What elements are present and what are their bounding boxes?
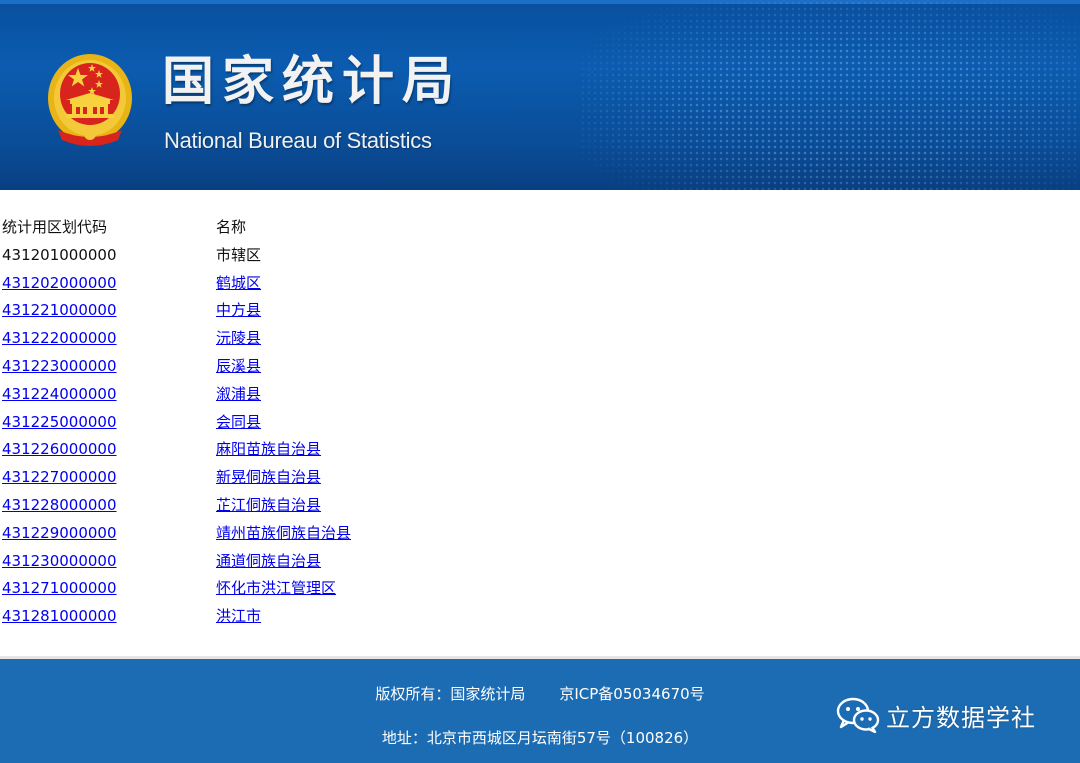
region-code-link[interactable]: 431227000000 (2, 468, 117, 486)
region-code-link[interactable]: 431271000000 (2, 579, 117, 597)
column-header-name: 名称 (216, 218, 247, 236)
table-header-row: 统计用区划代码 名称 (2, 214, 516, 242)
region-code-link[interactable]: 431229000000 (2, 524, 117, 542)
region-code-cell: 431224000000 (2, 381, 216, 409)
region-code-cell: 431221000000 (2, 297, 216, 325)
table-row: 431224000000 溆浦县 (2, 381, 516, 409)
region-name-cell: 中方县 (216, 297, 516, 325)
region-code-cell: 431225000000 (2, 409, 216, 437)
region-code-table: 统计用区划代码 名称 431201000000 市辖区 431202000000 鹤城… (2, 214, 516, 631)
region-name-link[interactable]: 芷江侗族自治县 (216, 496, 321, 514)
region-name-link[interactable]: 溆浦县 (216, 385, 261, 403)
region-name-link[interactable]: 会同县 (216, 413, 261, 431)
region-name-cell: 鹤城区 (216, 270, 516, 298)
region-code-cell: 431228000000 (2, 492, 216, 520)
site-title-chinese: 国家统计局 (162, 52, 463, 112)
table-row: 431225000000 会同县 (2, 409, 516, 437)
table-row: 431202000000 鹤城区 (2, 270, 516, 298)
table-row: 431229000000 靖州苗族侗族自治县 (2, 520, 516, 548)
region-code-cell: 431226000000 (2, 436, 216, 464)
region-name-cell: 新晃侗族自治县 (216, 464, 516, 492)
region-code-link[interactable]: 431224000000 (2, 385, 117, 403)
region-code-link[interactable]: 431230000000 (2, 552, 117, 570)
region-name-cell: 沅陵县 (216, 325, 516, 353)
region-code-link[interactable]: 431281000000 (2, 607, 117, 625)
region-name-link[interactable]: 沅陵县 (216, 329, 261, 347)
region-code-cell: 431223000000 (2, 353, 216, 381)
watermark: 立方数据学社 (836, 697, 1036, 733)
region-name-cell: 市辖区 (216, 245, 262, 264)
icp-record-text: 京ICP备05034670号 (559, 685, 705, 703)
site-header: 国家统计局 National Bureau of Statistics (0, 0, 1080, 190)
region-name-cell: 麻阳苗族自治县 (216, 436, 516, 464)
region-name-link[interactable]: 辰溪县 (216, 357, 261, 375)
region-name-link[interactable]: 怀化市洪江管理区 (216, 579, 336, 597)
region-code-cell: 431230000000 (2, 548, 216, 576)
table-row: 431223000000 辰溪县 (2, 353, 516, 381)
region-name-link[interactable]: 中方县 (216, 301, 261, 319)
region-name-cell: 溆浦县 (216, 381, 516, 409)
site-title-english: National Bureau of Statistics (164, 128, 432, 153)
region-name-link[interactable]: 洪江市 (216, 607, 261, 625)
table-row: 431226000000 麻阳苗族自治县 (2, 436, 516, 464)
region-code-cell: 431227000000 (2, 464, 216, 492)
region-name-link[interactable]: 鹤城区 (216, 274, 261, 292)
column-header-code: 统计用区划代码 (2, 218, 108, 236)
region-name-cell: 会同县 (216, 409, 516, 437)
region-name-link[interactable]: 新晃侗族自治县 (216, 468, 321, 486)
region-code-link[interactable]: 431202000000 (2, 274, 117, 292)
site-footer: 版权所有：国家统计局 京ICP备05034670号 地址：北京市西城区月坛南街57… (0, 656, 1080, 763)
table-row: 431201000000 市辖区 (2, 242, 516, 270)
national-emblem-icon (48, 54, 132, 146)
region-code-cell: 431202000000 (2, 270, 216, 298)
table-row: 431221000000 中方县 (2, 297, 516, 325)
region-code-link[interactable]: 431226000000 (2, 440, 117, 458)
table-row: 431230000000 通道侗族自治县 (2, 548, 516, 576)
region-code-link[interactable]: 431228000000 (2, 496, 117, 514)
table-row: 431271000000 怀化市洪江管理区 (2, 575, 516, 603)
table-row: 431222000000 沅陵县 (2, 325, 516, 353)
region-name-cell: 通道侗族自治县 (216, 548, 516, 576)
region-code-cell: 431222000000 (2, 325, 216, 353)
table-row: 431281000000 洪江市 (2, 603, 516, 631)
region-table-container: 统计用区划代码 名称 431201000000 市辖区 431202000000 鹤城… (2, 214, 516, 631)
region-code-link[interactable]: 431222000000 (2, 329, 117, 347)
region-name-link[interactable]: 通道侗族自治县 (216, 552, 321, 570)
region-code-cell: 431281000000 (2, 603, 216, 631)
copyright-text: 版权所有：国家统计局 (375, 685, 526, 703)
region-code-cell: 431271000000 (2, 575, 216, 603)
table-row: 431227000000 新晃侗族自治县 (2, 464, 516, 492)
region-code-link[interactable]: 431223000000 (2, 357, 117, 375)
region-name-link[interactable]: 靖州苗族侗族自治县 (216, 524, 351, 542)
region-code-link[interactable]: 431221000000 (2, 301, 117, 319)
region-name-cell: 怀化市洪江管理区 (216, 575, 516, 603)
watermark-text: 立方数据学社 (886, 703, 1036, 732)
world-map-background (580, 0, 1080, 190)
region-code-cell: 431229000000 (2, 520, 216, 548)
wechat-icon (836, 697, 880, 733)
region-name-cell: 芷江侗族自治县 (216, 492, 516, 520)
region-name-cell: 辰溪县 (216, 353, 516, 381)
region-name-link[interactable]: 麻阳苗族自治县 (216, 440, 321, 458)
region-code-cell: 431201000000 (2, 245, 117, 264)
region-name-cell: 洪江市 (216, 603, 516, 631)
table-row: 431228000000 芷江侗族自治县 (2, 492, 516, 520)
region-name-cell: 靖州苗族侗族自治县 (216, 520, 516, 548)
region-code-link[interactable]: 431225000000 (2, 413, 117, 431)
